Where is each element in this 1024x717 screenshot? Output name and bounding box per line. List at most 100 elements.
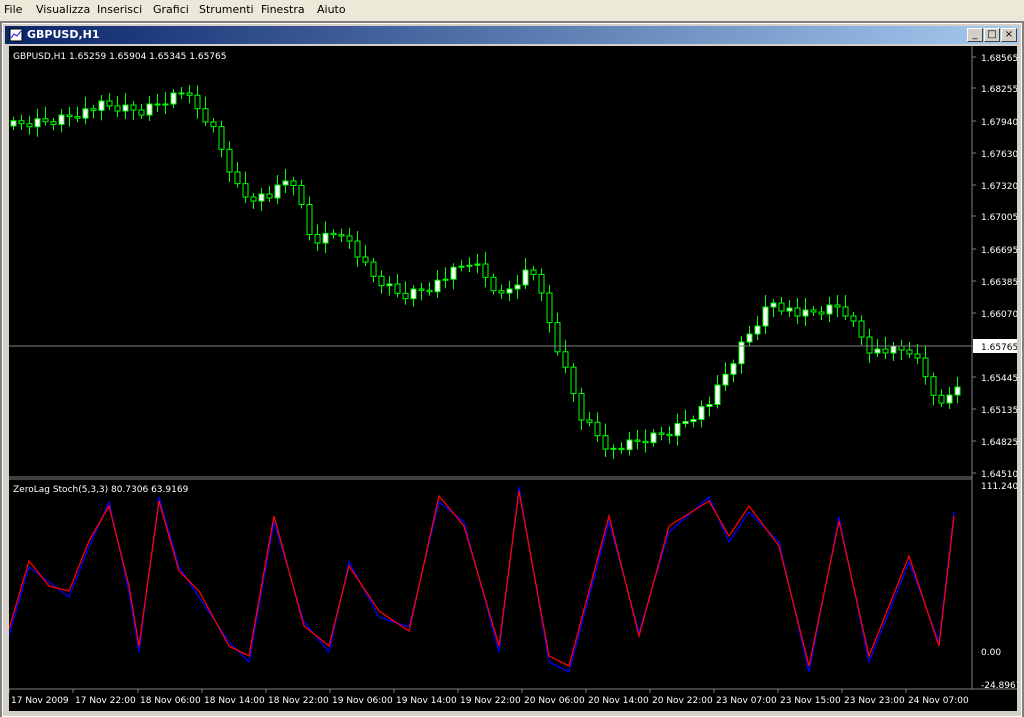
candle-body xyxy=(786,307,793,312)
candle-body xyxy=(794,307,801,317)
candle-body xyxy=(714,384,721,405)
candle-body xyxy=(578,393,585,421)
price-label: 1.65445 xyxy=(981,374,1017,384)
candle-body xyxy=(506,288,513,294)
candle-body xyxy=(954,386,961,396)
menu-finestra[interactable]: Finestra xyxy=(261,3,305,16)
menu-aiuto[interactable]: Aiuto xyxy=(317,3,346,16)
candle-body xyxy=(922,357,929,378)
candle-body xyxy=(170,92,177,105)
minimize-button[interactable]: _ xyxy=(967,28,983,42)
indicator-label: -24.8967 xyxy=(981,681,1017,691)
candle-body xyxy=(370,261,377,277)
candle-body xyxy=(722,373,729,386)
candle-body xyxy=(562,351,569,368)
candle-body xyxy=(26,123,33,128)
candle-body xyxy=(754,325,761,335)
candle-body xyxy=(314,234,321,244)
candle-body xyxy=(386,283,393,287)
candle-body xyxy=(898,345,905,351)
candle-body xyxy=(210,121,217,128)
menu-grafici[interactable]: Grafici xyxy=(153,3,189,16)
candle-body xyxy=(122,104,129,112)
time-label: 23 Nov 15:00 xyxy=(780,696,841,706)
time-label: 20 Nov 22:00 xyxy=(652,696,713,706)
candle-body xyxy=(698,406,705,420)
candle-body xyxy=(770,302,777,308)
price-label: 1.68255 xyxy=(981,85,1017,95)
menu-inserisci[interactable]: Inserisci xyxy=(97,3,142,16)
price-label: 1.67005 xyxy=(981,213,1017,223)
time-label: 17 Nov 2009 xyxy=(11,696,69,706)
candle-body xyxy=(882,348,889,354)
candle-body xyxy=(354,240,361,258)
candle-body xyxy=(546,292,553,324)
maximize-button[interactable]: □ xyxy=(984,28,1000,42)
candle-body xyxy=(218,126,225,150)
price-label: 1.66695 xyxy=(981,246,1017,256)
candle-body xyxy=(338,234,345,237)
candle-body xyxy=(466,264,473,267)
price-label: 1.64510 xyxy=(981,470,1017,480)
candle-body xyxy=(602,435,609,450)
candle-body xyxy=(202,108,209,123)
candle-body xyxy=(322,232,329,244)
close-button[interactable]: × xyxy=(1001,28,1017,42)
menu-visualizza[interactable]: Visualizza xyxy=(36,3,90,16)
candle-body xyxy=(266,193,273,199)
candle-body xyxy=(330,232,337,236)
candle-body xyxy=(554,322,561,353)
menu-strumenti[interactable]: Strumenti xyxy=(199,3,254,16)
candle-body xyxy=(130,104,137,111)
candle-body xyxy=(114,105,121,112)
candle-body xyxy=(570,366,577,395)
time-label: 24 Nov 07:00 xyxy=(908,696,969,706)
price-label: 1.67630 xyxy=(981,150,1017,160)
candle-body xyxy=(610,447,617,450)
candle-body xyxy=(706,404,713,407)
candle-body xyxy=(18,120,25,125)
candle-body xyxy=(938,394,945,404)
candle-body xyxy=(34,118,41,128)
candle-body xyxy=(730,363,737,375)
candle-body xyxy=(450,266,457,280)
candle-body xyxy=(162,103,169,106)
menu-file[interactable]: File xyxy=(4,3,22,16)
window-titlebar[interactable]: GBPUSD,H1 _ □ × xyxy=(5,26,1019,44)
price-label: 1.68565 xyxy=(981,54,1017,64)
candle-body xyxy=(154,103,161,106)
time-label: 20 Nov 14:00 xyxy=(588,696,649,706)
time-label: 20 Nov 06:00 xyxy=(524,696,585,706)
candle-body xyxy=(818,311,825,315)
chart-svg[interactable]: 1.68565 1.68255 1.67940 1.67630 1.67320 1.670… xyxy=(8,46,1024,711)
candle-body xyxy=(778,302,785,312)
candle-body xyxy=(674,423,681,437)
menu-bar: File Visualizza Inserisci Grafici Strume… xyxy=(0,0,1024,22)
candle-body xyxy=(458,265,465,268)
candle-body xyxy=(682,421,689,424)
candle-body xyxy=(626,439,633,451)
price-label: 1.65135 xyxy=(981,406,1017,416)
candle-body xyxy=(402,292,409,300)
indicator-label: 111.2403 xyxy=(981,482,1017,492)
candle-body xyxy=(274,184,281,199)
candle-body xyxy=(242,183,249,198)
candle-body xyxy=(834,304,841,308)
axes-group: 1.68565 1.68255 1.67940 1.67630 1.67320 1.670… xyxy=(8,46,1024,706)
candle-body xyxy=(106,100,113,107)
candle-body xyxy=(58,114,65,125)
indicator-header: ZeroLag Stoch(5,3,3) 80.7306 63.9169 xyxy=(13,485,189,495)
candle-body xyxy=(930,376,937,396)
candle-body xyxy=(186,92,193,96)
candle-body xyxy=(410,288,417,300)
stoch-signal-line xyxy=(8,490,955,667)
chart-area[interactable]: 1.68565 1.68255 1.67940 1.67630 1.67320 1.670… xyxy=(8,46,1024,711)
chart-window-icon xyxy=(9,28,23,42)
candle-body xyxy=(522,269,529,286)
candle-body xyxy=(826,304,833,315)
indicator-label: 0.00 xyxy=(981,648,1001,658)
candle-body xyxy=(66,114,73,118)
price-label: 1.64825 xyxy=(981,438,1017,448)
candle-body xyxy=(762,306,769,327)
candle-body xyxy=(10,120,17,127)
